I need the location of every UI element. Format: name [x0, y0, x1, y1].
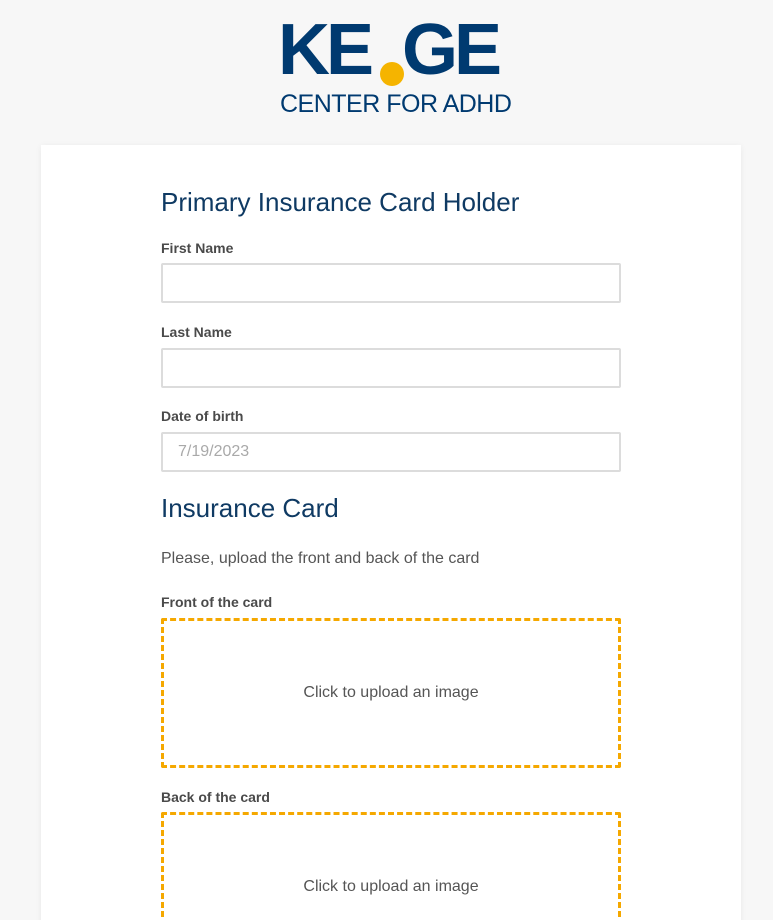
dob-input[interactable] [161, 432, 621, 472]
first-name-input[interactable] [161, 263, 621, 303]
form-card: Primary Insurance Card Holder First Name… [41, 145, 741, 920]
card-section-title: Insurance Card [161, 493, 339, 523]
last-name-label: Last Name [161, 324, 232, 340]
front-card-upload-text: Click to upload an image [303, 684, 479, 701]
first-name-label: First Name [161, 240, 234, 256]
dob-label: Date of birth [161, 408, 244, 424]
svg-text:KE: KE [278, 14, 372, 88]
holder-section-title: Primary Insurance Card Holder [161, 187, 520, 217]
logo-subtitle: CENTER FOR ADHD [280, 90, 512, 118]
front-card-upload-zone[interactable]: Click to upload an image [161, 618, 621, 768]
kege-wordmark-logo: KE GE [278, 14, 504, 88]
page: KE GE CENTER FOR ADHD Primary Insurance … [0, 0, 773, 920]
svg-text:GE: GE [402, 14, 500, 88]
front-card-label: Front of the card [161, 594, 273, 610]
kege-logo: KE GE CENTER FOR ADHD [278, 14, 512, 118]
back-card-upload-text: Click to upload an image [303, 878, 479, 895]
upload-instructions: Please, upload the front and back of the… [161, 550, 480, 567]
back-card-label: Back of the card [161, 789, 270, 805]
back-card-upload-zone[interactable]: Click to upload an image [161, 812, 621, 920]
last-name-input[interactable] [161, 348, 621, 388]
